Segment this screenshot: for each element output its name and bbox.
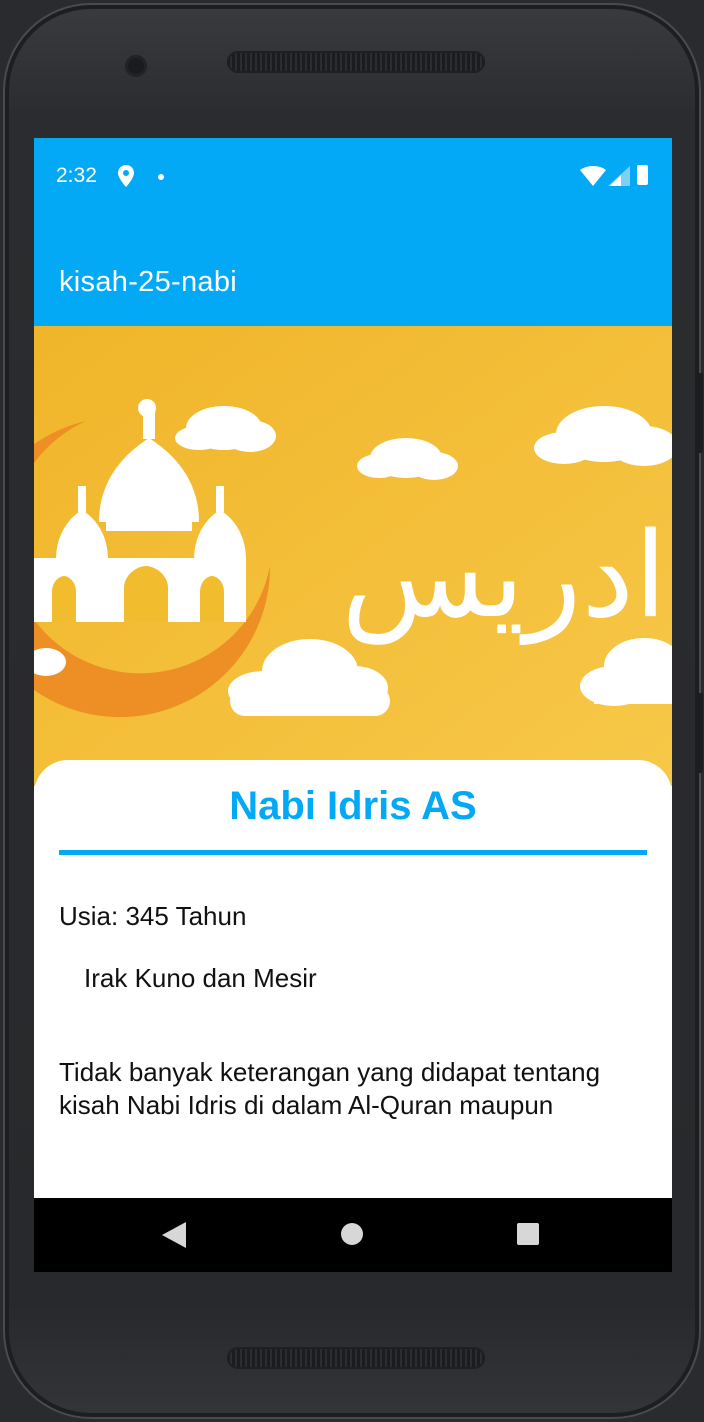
location-icon (118, 165, 134, 187)
front-camera (125, 55, 147, 77)
power-button (697, 693, 703, 773)
prophet-age: Usia: 345 Tahun (59, 901, 247, 931)
status-bar: 2:32 (34, 138, 672, 214)
recent-apps-square-icon[interactable] (517, 1223, 539, 1245)
title-divider (59, 850, 647, 855)
prophet-place: Irak Kuno dan Mesir (84, 963, 317, 993)
hero-banner-image: ادريس (34, 326, 672, 786)
app-bar: kisah-25-nabi (34, 214, 672, 326)
home-circle-icon[interactable] (341, 1223, 363, 1245)
prophet-story: Tidak banyak keterangan yang didapat ten… (59, 1057, 601, 1120)
screen: 2:32 kisah-25-nabi ادريس Nabi Idris AS U… (34, 138, 672, 1272)
prophet-name: Nabi Idris AS (229, 784, 477, 828)
navigation-bar (34, 1198, 672, 1272)
arabic-calligraphy: ادريس (341, 506, 667, 645)
wifi-icon (580, 166, 606, 186)
app-title: kisah-25-nabi (59, 266, 237, 298)
volume-button (697, 373, 703, 453)
cell-signal-icon (608, 166, 630, 186)
prophet-detail-card: Nabi Idris AS Usia: 345 Tahun Irak Kuno … (34, 760, 672, 1230)
back-triangle-icon[interactable] (162, 1222, 186, 1248)
notification-dot-icon (158, 174, 164, 180)
battery-icon (637, 165, 648, 185)
top-speaker (227, 51, 485, 73)
bottom-speaker (227, 1347, 485, 1369)
status-time: 2:32 (56, 164, 97, 187)
